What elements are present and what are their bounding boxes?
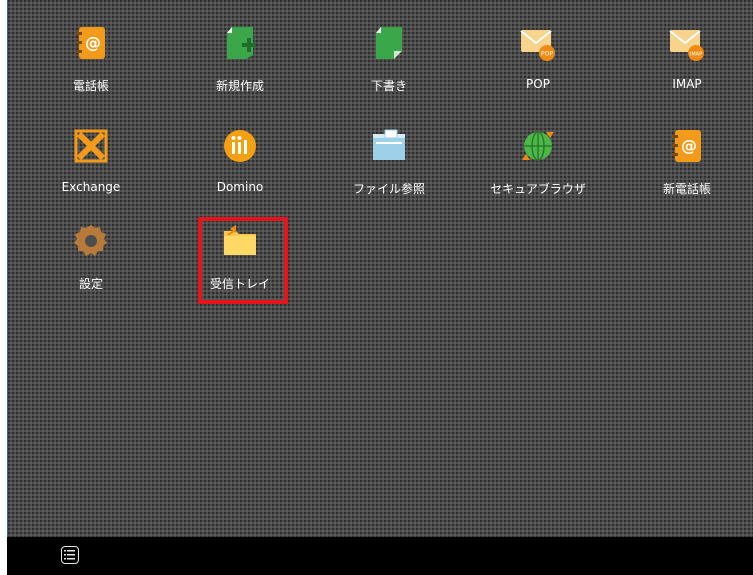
app-inbox[interactable]: 受信トレイ — [180, 213, 300, 305]
app-draft[interactable]: 下書き — [329, 15, 449, 107]
new-document-icon — [227, 27, 256, 59]
new-phonebook-icon: @ — [672, 130, 701, 162]
app-secure-browser[interactable]: セキュアブラウザ — [478, 118, 598, 210]
imap-mail-icon: IMAP — [669, 30, 704, 61]
app-label: 新規作成 — [215, 79, 264, 93]
app-label: 新電話帳 — [662, 182, 711, 196]
app-label: Domino — [216, 180, 264, 194]
domino-icon — [224, 130, 256, 162]
app-label: セキュアブラウザ — [490, 182, 586, 196]
app-settings[interactable]: 設定 — [31, 213, 151, 305]
app-new-phonebook[interactable]: @ 新電話帳 — [627, 118, 747, 210]
pop-mail-icon: POP — [520, 30, 555, 61]
app-label: Exchange — [61, 180, 121, 194]
app-phonebook[interactable]: @ 電話帳 — [31, 15, 151, 107]
draft-icon — [376, 27, 402, 59]
exchange-icon — [74, 129, 108, 163]
app-label: 設定 — [78, 277, 103, 291]
app-new-document[interactable]: 新規作成 — [180, 15, 300, 107]
app-domino[interactable]: Domino — [180, 118, 300, 210]
app-label: POP — [526, 77, 550, 91]
svg-text:@: @ — [681, 136, 697, 155]
imap-badge: IMAP — [690, 52, 702, 58]
list-menu-lines — [64, 550, 75, 560]
desktop: @ 電話帳 新規作成 下書き POP POP IMAP IMAP Exchang… — [7, 0, 753, 537]
app-exchange[interactable]: Exchange — [31, 118, 151, 210]
inbox-folder-icon — [224, 225, 256, 255]
taskbar — [7, 537, 753, 575]
app-label: IMAP — [672, 77, 702, 91]
app-label: 下書き — [370, 79, 407, 93]
settings-icon — [74, 225, 107, 256]
svg-text:@: @ — [85, 33, 101, 52]
app-label: ファイル参照 — [352, 182, 425, 196]
app-pop[interactable]: POP POP — [478, 15, 598, 107]
app-imap[interactable]: IMAP IMAP — [627, 15, 747, 107]
secure-browser-icon — [522, 131, 554, 161]
app-label: 受信トレイ — [209, 277, 270, 291]
list-menu-icon[interactable] — [61, 546, 79, 564]
pop-badge: POP — [541, 51, 553, 58]
file-browse-icon — [373, 129, 405, 160]
app-label: 電話帳 — [72, 79, 109, 93]
phonebook-icon: @ — [76, 27, 105, 59]
app-file-browse[interactable]: ファイル参照 — [329, 118, 449, 210]
